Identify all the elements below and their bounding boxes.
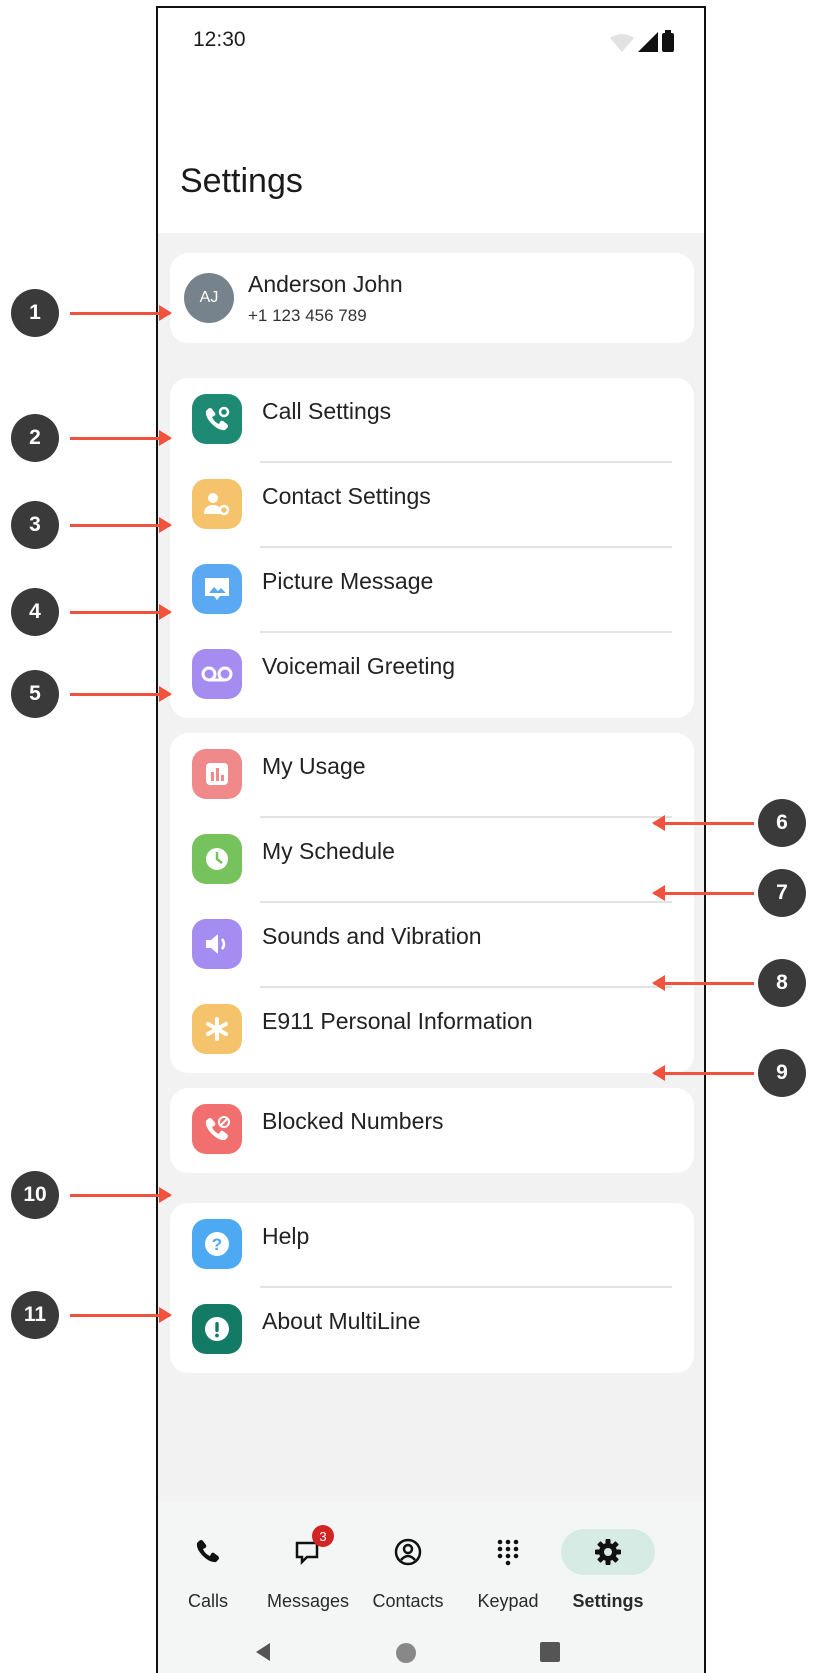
my-schedule-item[interactable]: My Schedule <box>170 818 694 903</box>
callout-arrow <box>70 430 172 446</box>
voicemail-icon <box>192 649 242 699</box>
callout-arrow <box>652 885 754 901</box>
callout-arrow <box>652 1065 754 1081</box>
settings-group-account: My Usage My Schedule Sounds and Vibratio… <box>170 733 694 1073</box>
picture-message-icon <box>192 564 242 614</box>
settings-group-help: ? Help About MultiLine <box>170 1203 694 1373</box>
battery-icon <box>662 30 674 52</box>
avatar: AJ <box>184 273 234 323</box>
help-icon: ? <box>192 1219 242 1269</box>
contacts-icon <box>358 1529 458 1575</box>
about-item[interactable]: About MultiLine <box>170 1288 694 1373</box>
profile-number: +1 123 456 789 <box>248 305 367 325</box>
signal-icon <box>638 32 658 52</box>
message-icon: 3 <box>258 1525 358 1575</box>
callout-arrow <box>70 517 172 533</box>
e911-info-item[interactable]: E911 Personal Information <box>170 988 694 1073</box>
page-title: Settings <box>180 162 303 200</box>
svg-text:?: ? <box>212 1235 222 1254</box>
callout-arrow <box>70 686 172 702</box>
callout-11: 11 <box>11 1291 59 1339</box>
recents-icon[interactable] <box>539 1641 561 1663</box>
call-settings-item[interactable]: Call Settings <box>170 378 694 463</box>
about-label: About MultiLine <box>262 1308 421 1334</box>
status-time: 12:30 <box>193 28 246 51</box>
phone-icon <box>158 1529 258 1575</box>
nav-contacts-label: Contacts <box>372 1591 444 1611</box>
nav-keypad-label: Keypad <box>477 1591 539 1611</box>
phone-screen: 12:30 Settings AJ Anderson John +1 123 4… <box>156 6 706 1673</box>
contact-settings-icon <box>192 479 242 529</box>
nav-settings-label: Settings <box>572 1591 644 1611</box>
bottom-navigation: Calls 3 Messages Contacts Keypad Setting… <box>158 1501 704 1673</box>
callout-8: 8 <box>758 959 806 1007</box>
callout-arrow <box>70 1187 172 1203</box>
callout-arrow <box>652 815 754 831</box>
nav-contacts[interactable]: Contacts <box>358 1529 458 1612</box>
asterisk-icon <box>192 1004 242 1054</box>
callout-4: 4 <box>11 588 59 636</box>
call-settings-label: Call Settings <box>262 398 392 424</box>
call-settings-icon <box>192 394 242 444</box>
contact-settings-item[interactable]: Contact Settings <box>170 463 694 548</box>
nav-messages-label: Messages <box>266 1591 350 1611</box>
voicemail-greeting-label: Voicemail Greeting <box>262 653 456 679</box>
contact-settings-label: Contact Settings <box>262 483 431 509</box>
nav-keypad[interactable]: Keypad <box>458 1529 558 1612</box>
nav-settings[interactable]: Settings <box>558 1529 658 1612</box>
callout-arrow <box>70 604 172 620</box>
callout-10: 10 <box>11 1171 59 1219</box>
callout-5: 5 <box>11 670 59 718</box>
callout-2: 2 <box>11 414 59 462</box>
callout-7: 7 <box>758 869 806 917</box>
voicemail-greeting-item[interactable]: Voicemail Greeting <box>170 633 694 718</box>
keypad-icon <box>458 1529 558 1575</box>
callout-arrow <box>70 1307 172 1323</box>
speaker-icon <box>192 919 242 969</box>
unread-badge: 3 <box>312 1525 334 1547</box>
callout-arrow <box>70 305 172 321</box>
callout-9: 9 <box>758 1049 806 1097</box>
help-label: Help <box>262 1223 310 1249</box>
callout-1: 1 <box>11 289 59 337</box>
profile-card[interactable]: AJ Anderson John +1 123 456 789 <box>170 253 694 343</box>
picture-message-label: Picture Message <box>262 568 434 594</box>
picture-message-item[interactable]: Picture Message <box>170 548 694 633</box>
home-icon[interactable] <box>394 1641 418 1665</box>
my-usage-item[interactable]: My Usage <box>170 733 694 818</box>
wifi-icon <box>610 34 634 52</box>
back-icon[interactable] <box>252 1641 274 1663</box>
blocked-call-icon <box>192 1104 242 1154</box>
sounds-vibration-label: Sounds and Vibration <box>262 923 482 949</box>
clock-icon <box>192 834 242 884</box>
usage-chart-icon <box>192 749 242 799</box>
settings-group-blocked: Blocked Numbers <box>170 1088 694 1173</box>
blocked-numbers-label: Blocked Numbers <box>262 1108 444 1134</box>
nav-calls[interactable]: Calls <box>158 1529 258 1612</box>
callout-arrow <box>652 975 754 991</box>
nav-messages[interactable]: 3 Messages <box>258 1525 358 1612</box>
sounds-vibration-item[interactable]: Sounds and Vibration <box>170 903 694 988</box>
profile-name: Anderson John <box>248 270 403 297</box>
e911-info-label: E911 Personal Information <box>262 1008 533 1034</box>
help-item[interactable]: ? Help <box>170 1203 694 1288</box>
nav-calls-label: Calls <box>187 1591 228 1611</box>
my-schedule-label: My Schedule <box>262 838 395 864</box>
my-usage-label: My Usage <box>262 753 366 779</box>
settings-group-calls: Call Settings Contact Settings Picture M… <box>170 378 694 718</box>
info-icon <box>192 1304 242 1354</box>
app-header: 12:30 Settings <box>158 8 704 233</box>
callout-6: 6 <box>758 799 806 847</box>
callout-3: 3 <box>11 501 59 549</box>
blocked-numbers-item[interactable]: Blocked Numbers <box>170 1088 694 1173</box>
gear-icon <box>561 1529 655 1575</box>
status-icons <box>610 30 674 52</box>
